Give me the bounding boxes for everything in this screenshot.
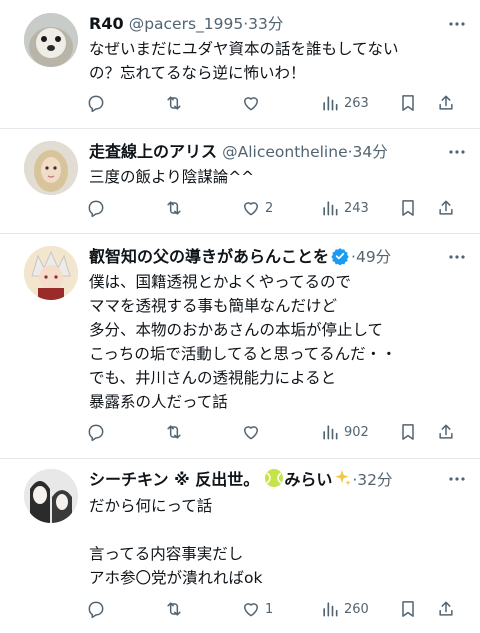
repost-icon [167, 425, 181, 439]
repost-icon [167, 96, 181, 110]
views-icon [323, 201, 338, 216]
avatar[interactable] [24, 141, 78, 195]
like-button[interactable]: 2 [241, 196, 273, 220]
share-button[interactable] [436, 196, 456, 220]
tennis-ball-icon [264, 468, 284, 494]
post[interactable]: 叡智知の父の導きがあらんことを ·49分 僕は、国籍透視とかよくやってるので ママ… [0, 234, 480, 458]
share-button[interactable] [436, 597, 456, 621]
like-icon [244, 97, 258, 111]
repost-button[interactable] [164, 420, 188, 444]
more-icon[interactable] [447, 469, 467, 489]
post[interactable]: シーチキン ※ 反出世。 みらい ·32分 だから何にって話 言ってる内容事実だし… [0, 459, 480, 633]
display-name-suffix[interactable]: みらい [284, 470, 332, 489]
post[interactable]: 走査線上のアリス @Aliceontheline·34分 三度の飯より陰謀論^^… [0, 129, 480, 233]
repost-icon [167, 201, 181, 215]
post-text: だから何にって話 言ってる内容事実だし アホ参〇党が潰れればok [89, 497, 263, 587]
post-header: 叡智知の父の導きがあらんことを ·49分 [89, 246, 391, 268]
post-text: なぜいまだにユダヤ資本の話を誰もしてない の？忘れてるなら逆に怖いわ！ [89, 40, 399, 82]
like-count: 1 [265, 601, 274, 617]
handle[interactable]: @pacers_1995 [129, 15, 244, 33]
views-button[interactable]: 263 [320, 91, 369, 115]
more-icon[interactable] [447, 14, 467, 34]
share-icon [439, 601, 453, 616]
bookmark-button[interactable] [398, 597, 418, 621]
avatar-image [24, 141, 78, 195]
reply-button[interactable] [86, 196, 110, 220]
reply-button[interactable] [86, 91, 110, 115]
display-name[interactable]: 叡智知の父の導きがあらんことを [89, 247, 329, 266]
timestamp[interactable]: 32分 [357, 471, 392, 489]
reply-button[interactable] [86, 597, 110, 621]
post-text: 僕は、国籍透視とかよくやってるので ママを透視する事も簡単なんだけど 多分、本物… [89, 273, 397, 411]
timestamp[interactable]: 34分 [353, 143, 388, 161]
like-icon [244, 603, 258, 617]
post-actions: 263 [86, 91, 466, 115]
repost-button[interactable] [164, 597, 188, 621]
more-icon[interactable] [447, 142, 467, 162]
reply-icon [88, 200, 104, 218]
display-name[interactable]: R40 [89, 14, 124, 33]
bookmark-button[interactable] [398, 420, 418, 444]
repost-button[interactable] [164, 91, 188, 115]
bookmark-icon [402, 601, 414, 617]
display-name[interactable]: 走査線上のアリス [89, 142, 217, 161]
like-icon [244, 202, 258, 216]
post-header: 走査線上のアリス @Aliceontheline·34分 [89, 141, 388, 163]
timestamp[interactable]: 49分 [356, 248, 391, 266]
repost-icon [167, 602, 181, 616]
reply-icon [88, 95, 104, 113]
avatar[interactable] [24, 13, 78, 67]
share-button[interactable] [436, 91, 456, 115]
views-icon [323, 96, 338, 111]
avatar[interactable] [24, 246, 78, 300]
like-count: 2 [265, 200, 274, 216]
display-name[interactable]: シーチキン ※ 反出世。 [89, 470, 259, 489]
handle[interactable]: @Aliceontheline [222, 143, 348, 161]
avatar-image [24, 246, 78, 300]
avatar[interactable] [24, 469, 78, 523]
avatar-image [24, 469, 78, 523]
like-button[interactable] [241, 91, 265, 115]
views-icon [323, 602, 338, 617]
bookmark-icon [402, 424, 414, 440]
views-button[interactable]: 902 [320, 420, 369, 444]
post[interactable]: R40 @pacers_1995·33分 なぜいまだにユダヤ資本の話を誰もしてな… [0, 0, 480, 128]
bookmark-button[interactable] [398, 91, 418, 115]
bookmark-icon [402, 200, 414, 216]
bookmark-button[interactable] [398, 196, 418, 220]
post-header: R40 @pacers_1995·33分 [89, 13, 283, 35]
reply-icon [88, 424, 104, 442]
views-icon [323, 425, 338, 440]
more-icon[interactable] [447, 247, 467, 267]
reply-icon [88, 601, 104, 619]
share-icon [439, 200, 453, 215]
views-count: 902 [344, 424, 369, 440]
views-button[interactable]: 260 [320, 597, 369, 621]
post-actions: 1 260 [86, 597, 466, 621]
like-icon [244, 426, 258, 440]
avatar-image [24, 13, 78, 67]
post-text: 三度の飯より陰謀論^^ [89, 168, 255, 186]
views-count: 263 [344, 95, 369, 111]
repost-button[interactable] [164, 196, 188, 220]
post-actions: 902 [86, 420, 466, 444]
share-button[interactable] [436, 420, 456, 444]
like-button[interactable] [241, 420, 265, 444]
share-icon [439, 95, 453, 110]
timestamp[interactable]: 33分 [248, 15, 283, 33]
verified-badge-icon [331, 247, 349, 266]
bookmark-icon [402, 95, 414, 111]
post-header: シーチキン ※ 反出世。 みらい ·32分 [89, 468, 393, 494]
like-button[interactable]: 1 [241, 597, 273, 621]
reply-button[interactable] [86, 420, 110, 444]
post-actions: 2 243 [86, 196, 466, 220]
sparkles-icon [332, 468, 352, 494]
share-icon [439, 424, 453, 439]
views-button[interactable]: 243 [320, 196, 369, 220]
views-count: 243 [344, 200, 369, 216]
views-count: 260 [344, 601, 369, 617]
